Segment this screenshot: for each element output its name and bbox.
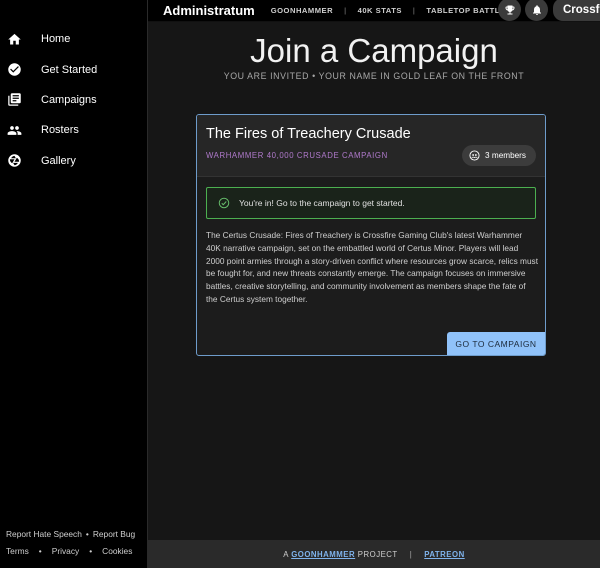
top-nav-links: GOONHAMMER | 40K STATS | TABLETOP BATTLE… bbox=[270, 6, 512, 15]
home-icon bbox=[6, 31, 22, 47]
main-content: Join a Campaign YOU ARE INVITED • YOUR N… bbox=[148, 22, 600, 540]
sidebar-item-label: Gallery bbox=[41, 154, 76, 167]
sidebar-item-label: Campaigns bbox=[41, 93, 97, 106]
terms-link[interactable]: Terms bbox=[6, 546, 29, 556]
success-alert: You're in! Go to the campaign to get sta… bbox=[206, 187, 536, 219]
campaign-card: The Fires of Treachery Crusade WARHAMMER… bbox=[196, 114, 546, 356]
book-icon bbox=[6, 92, 22, 108]
trophy-button[interactable] bbox=[498, 0, 521, 21]
campaign-card-header: The Fires of Treachery Crusade WARHAMMER… bbox=[197, 115, 545, 177]
sidebar-item-get-started[interactable]: Get Started bbox=[0, 54, 148, 84]
sidebar-item-rosters[interactable]: Rosters bbox=[0, 115, 148, 145]
sidebar-item-gallery[interactable]: Gallery bbox=[0, 146, 148, 176]
sidebar-item-home[interactable]: Home bbox=[0, 24, 148, 54]
people-icon bbox=[6, 122, 22, 138]
page-footer: A GOONHAMMER PROJECT | PATREON bbox=[148, 540, 600, 568]
page-title: Join a Campaign bbox=[250, 32, 498, 69]
campaign-subtitle: WARHAMMER 40,000 CRUSADE CAMPAIGN bbox=[206, 151, 388, 160]
sidebar-footer: Report Hate Speech • Report Bug Terms • Priv… bbox=[6, 529, 136, 556]
brand-logo-text[interactable]: Administratum bbox=[163, 3, 255, 18]
report-hate-speech-link[interactable]: Report Hate Speech bbox=[6, 529, 82, 539]
notifications-button[interactable] bbox=[525, 0, 548, 21]
sidebar: Home Get Started Campaigns Rosters Galle… bbox=[0, 0, 148, 568]
sidebar-item-campaigns[interactable]: Campaigns bbox=[0, 85, 148, 115]
aperture-icon bbox=[6, 153, 22, 169]
success-alert-text: You're in! Go to the campaign to get sta… bbox=[239, 198, 405, 208]
bell-icon bbox=[532, 4, 541, 15]
sidebar-nav: Home Get Started Campaigns Rosters Galle… bbox=[0, 24, 148, 176]
goonhammer-link[interactable]: GOONHAMMER bbox=[271, 6, 333, 15]
page-subtitle: YOU ARE INVITED • YOUR NAME IN GOLD LEAF… bbox=[223, 71, 525, 81]
members-chip[interactable]: 3 members bbox=[462, 145, 536, 166]
members-count: 3 members bbox=[485, 151, 526, 160]
goonhammer-footer-link[interactable]: GOONHAMMER bbox=[291, 550, 355, 559]
privacy-link[interactable]: Privacy bbox=[52, 546, 79, 556]
user-menu-button[interactable]: Crossfire bbox=[553, 0, 600, 21]
sidebar-item-label: Rosters bbox=[41, 124, 79, 137]
trophy-icon bbox=[505, 5, 514, 14]
users-circle-icon bbox=[469, 150, 480, 161]
40k-stats-link[interactable]: 40K STATS bbox=[358, 6, 402, 15]
patreon-link[interactable]: PATREON bbox=[424, 550, 464, 559]
cookies-link[interactable]: Cookies bbox=[102, 546, 132, 556]
campaign-description: The Certus Crusade: Fires of Treachery i… bbox=[206, 230, 539, 304]
check-circle-outline-icon bbox=[218, 197, 230, 209]
sidebar-item-label: Get Started bbox=[41, 63, 98, 76]
top-bar: Administratum GOONHAMMER | 40K STATS | T… bbox=[148, 0, 600, 22]
check-circle-icon bbox=[6, 62, 22, 78]
campaign-title: The Fires of Treachery Crusade bbox=[206, 126, 411, 142]
go-to-campaign-button[interactable]: GO TO CAMPAIGN bbox=[447, 332, 545, 355]
sidebar-item-label: Home bbox=[41, 33, 71, 46]
report-bug-link[interactable]: Report Bug bbox=[93, 529, 135, 539]
